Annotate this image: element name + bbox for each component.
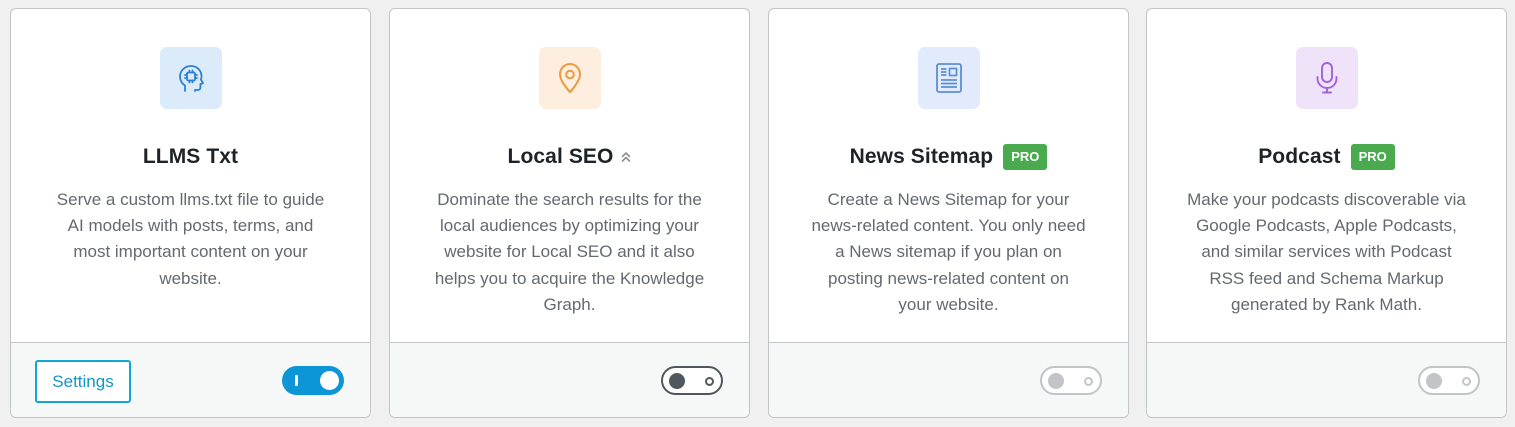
toggle-knob <box>1048 372 1064 389</box>
description-line: and similar services with Podcast <box>1201 242 1452 262</box>
module-description: Serve a custom llms.txt file to guide AI… <box>47 187 334 292</box>
pro-badge: PRO <box>1003 144 1048 170</box>
pro-badge: PRO <box>1350 144 1395 170</box>
card-body: News Sitemap PRO Create a News Sitemap f… <box>769 9 1128 343</box>
card-body: LLMS Txt Serve a custom llms.txt file to… <box>11 9 370 343</box>
map-pin-icon <box>558 63 581 93</box>
module-toggle <box>1418 366 1480 395</box>
description-line: AI models with posts, terms, and <box>67 216 314 236</box>
description-line: a News sitemap if you plan on <box>835 242 1062 262</box>
description-line: most important content on your <box>73 242 308 262</box>
card-footer: Settings <box>11 342 370 417</box>
card-footer <box>769 342 1128 417</box>
module-title: Podcast <box>1258 145 1341 168</box>
description-line: website for Local SEO and it also <box>444 242 695 262</box>
description-line: Google Podcasts, Apple Podcasts, <box>1196 216 1457 236</box>
icon-box <box>1295 47 1358 109</box>
description-line: Serve a custom llms.txt file to guide <box>56 190 325 209</box>
card-footer <box>390 342 749 417</box>
toggle-off-indicator <box>705 376 714 386</box>
module-description: Make your podcasts discoverable via Goog… <box>1183 187 1470 318</box>
module-card-llms-txt: LLMS Txt Serve a custom llms.txt file to… <box>10 8 371 418</box>
head-chip-icon <box>178 65 204 92</box>
module-card-podcast: Podcast PRO Make your podcasts discovera… <box>1146 8 1507 418</box>
toggle-off-indicator <box>1462 376 1471 386</box>
description-line: Create a News Sitemap for your <box>827 190 1070 209</box>
toggle-knob <box>1426 372 1442 389</box>
toggle-on-indicator <box>295 375 298 386</box>
description-line: local audiences by optimizing your <box>440 216 699 236</box>
title-row: Podcast PRO <box>1147 142 1506 172</box>
double-chevron-up-icon <box>622 152 631 162</box>
icon-box <box>538 47 601 109</box>
description-line: helps you to acquire the Knowledge <box>434 268 705 288</box>
icon-box <box>159 47 222 109</box>
description-line: Dominate the search results for the <box>437 190 702 209</box>
module-card-news-sitemap: News Sitemap PRO Create a News Sitemap f… <box>768 8 1129 418</box>
module-toggle[interactable] <box>661 366 723 395</box>
toggle-off-indicator <box>1084 376 1093 386</box>
module-toggle <box>1040 366 1102 395</box>
module-toggle[interactable] <box>282 366 344 395</box>
description-line: posting news-related content on <box>828 268 1069 288</box>
title-row: News Sitemap PRO <box>769 142 1128 172</box>
module-title: Local SEO <box>507 145 614 168</box>
module-description: Dominate the search results for the loca… <box>426 187 713 318</box>
module-card-local-seo: Local SEO Dominate the search results fo… <box>389 8 750 418</box>
newspaper-icon <box>935 63 962 93</box>
card-body: Local SEO Dominate the search results fo… <box>390 9 749 343</box>
card-body: Podcast PRO Make your podcasts discovera… <box>1147 9 1506 343</box>
description-line: RSS feed and Schema Markup <box>1209 268 1444 288</box>
title-row: Local SEO <box>390 142 749 172</box>
module-description: Create a News Sitemap for your news-rela… <box>805 187 1092 318</box>
title-row: LLMS Txt <box>11 142 370 172</box>
card-footer <box>1147 342 1506 417</box>
description-line: generated by Rank Math. <box>1231 294 1422 314</box>
description-line: Graph. <box>543 294 596 314</box>
microphone-icon <box>1316 62 1337 94</box>
toggle-knob <box>669 372 685 389</box>
description-line: your website. <box>898 294 999 314</box>
description-line: Make your podcasts discoverable via <box>1187 190 1466 209</box>
icon-box <box>917 47 980 109</box>
module-title: News Sitemap <box>849 145 994 168</box>
description-line: news-related content. You only need <box>811 216 1086 236</box>
settings-button[interactable]: Settings <box>35 360 131 403</box>
description-line: website. <box>159 268 222 288</box>
toggle-knob <box>320 371 339 390</box>
module-title: LLMS Txt <box>142 145 239 168</box>
